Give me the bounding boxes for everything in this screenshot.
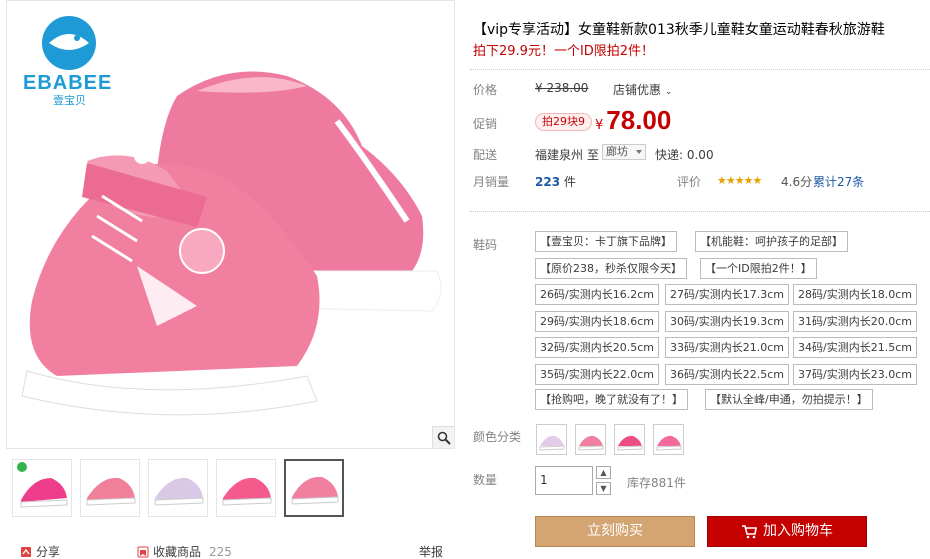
shop-promo-dropdown[interactable]: 店铺优惠 ⌄ <box>613 81 672 98</box>
shoe-thumb-icon <box>86 477 136 506</box>
zoom-button[interactable] <box>432 426 454 448</box>
sku-note-option[interactable]: 【机能鞋：呵护孩子的足部】 <box>695 231 848 252</box>
shipping-label: 配送 <box>473 148 498 162</box>
shoe-thumb-icon <box>154 477 204 506</box>
product-subtitle: 拍下29.9元！一个ID限拍2件！ <box>473 44 655 59</box>
price-label: 价格 <box>473 83 498 97</box>
chevron-up-icon: ▲ <box>600 468 607 477</box>
product-gallery: EBABEE 壹宝贝 分享 收藏商品 225 举报 <box>6 0 455 559</box>
buy-now-button[interactable]: 立刻购买 <box>535 516 695 547</box>
quantity-increase-button[interactable]: ▲ <box>596 466 611 479</box>
share-label: 分享 <box>36 545 61 559</box>
monthly-sales: 223 件 <box>535 173 576 190</box>
rating-stars-icon: ★★★★★ <box>717 174 762 187</box>
thumbnail-1[interactable] <box>12 459 72 517</box>
promo-tag: 拍29块9 <box>535 113 592 131</box>
color-swatch-1[interactable] <box>536 424 567 455</box>
price-panel: 价格 ¥ 238.00 店铺优惠 ⌄ 促销 拍29块9 ¥ 78.00 配送 福… <box>470 69 930 196</box>
add-to-cart-button[interactable]: 加入购物车 <box>707 516 867 547</box>
favorite-icon <box>137 546 149 557</box>
cart-icon <box>742 524 757 538</box>
svg-text:EBABEE: EBABEE <box>23 72 112 94</box>
shoe-swatch-icon <box>656 435 682 451</box>
quantity-decrease-button[interactable]: ▼ <box>596 482 611 495</box>
size-option[interactable]: 34码/实测内长21.5cm <box>793 337 917 358</box>
share-icon <box>21 546 31 557</box>
shoe-thumb-icon <box>222 477 272 506</box>
ship-to-value: 廊坊 <box>606 145 628 158</box>
color-swatch-4[interactable] <box>653 424 684 455</box>
reviews-link[interactable]: 累计27条 <box>813 173 864 190</box>
favorite-count: 225 <box>209 544 232 559</box>
size-label: 鞋码 <box>473 238 498 252</box>
sku-note-option[interactable]: 【一个ID限拍2件！】 <box>700 258 817 279</box>
size-option[interactable]: 31码/实测内长20.0cm <box>793 311 917 332</box>
size-option[interactable]: 26码/实测内长16.2cm <box>535 284 659 305</box>
currency-symbol: ¥ <box>595 118 604 133</box>
size-option[interactable]: 33码/实测内长21.0cm <box>665 337 789 358</box>
chevron-down-icon: ▼ <box>600 484 607 493</box>
brand-logo: EBABEE 壹宝贝 <box>23 16 112 107</box>
ship-from: 福建泉州 <box>535 148 584 162</box>
favorite-link[interactable]: 收藏商品 225 <box>137 543 232 559</box>
gallery-footer: 分享 收藏商品 225 举报 <box>6 540 455 559</box>
chevron-down-icon: ⌄ <box>664 87 673 97</box>
report-link[interactable]: 举报 <box>419 543 443 559</box>
original-price: ¥ 238.00 <box>535 81 589 95</box>
color-swatch-2[interactable] <box>575 424 606 455</box>
color-swatch-3[interactable] <box>614 424 645 455</box>
size-option[interactable]: 30码/实测内长19.3cm <box>665 311 789 332</box>
thumbnail-5-active[interactable] <box>284 459 344 517</box>
magnifier-icon <box>437 431 451 445</box>
thumbnail-3[interactable] <box>148 459 208 517</box>
sku-note-option[interactable]: 【默认全峰/申通，勿拍提示！】 <box>705 389 873 410</box>
monthly-sales-label: 月销量 <box>473 175 510 189</box>
rating-label: 评价 <box>677 175 702 189</box>
product-title: 【vip专享活动】女童鞋新款013秋季儿童鞋女童运动鞋春秋旅游鞋 <box>473 22 885 38</box>
stock-count: 库存881件 <box>627 476 686 490</box>
thumbnail-4[interactable] <box>216 459 276 517</box>
shoe-thumb-icon <box>291 476 339 505</box>
main-product-image[interactable]: EBABEE 壹宝贝 <box>6 0 455 449</box>
promo-label: 促销 <box>473 117 498 131</box>
thumb-logo-icon <box>17 462 27 472</box>
shoe-swatch-icon <box>578 435 604 451</box>
shoe-swatch-icon <box>539 435 565 451</box>
thumbnail-strip <box>6 455 455 521</box>
share-link[interactable]: 分享 <box>20 543 60 559</box>
monthly-sales-value: 223 <box>535 175 561 189</box>
ship-to-word: 至 <box>587 148 600 162</box>
shoe-swatch-icon <box>617 435 643 451</box>
sku-note-option[interactable]: 【壹宝贝：卡丁旗下品牌】 <box>535 231 677 252</box>
size-option[interactable]: 35码/实测内长22.0cm <box>535 364 659 385</box>
ship-to-select[interactable]: 廊坊 <box>602 144 646 160</box>
rating-score: 4.6分 <box>781 175 813 189</box>
dropdown-arrow-icon <box>636 150 642 154</box>
express-fee: 快递: 0.00 <box>655 148 714 162</box>
sku-note-option[interactable]: 【原价238，秒杀仅限今天】 <box>535 258 687 279</box>
quantity-label: 数量 <box>473 473 498 487</box>
svg-text:壹宝贝: 壹宝贝 <box>53 93 86 107</box>
thumbnail-2[interactable] <box>80 459 140 517</box>
monthly-sales-unit: 件 <box>563 175 576 189</box>
size-option[interactable]: 37码/实测内长23.0cm <box>793 364 917 385</box>
color-label: 颜色分类 <box>473 430 522 444</box>
size-option[interactable]: 29码/实测内长18.6cm <box>535 311 659 332</box>
shoe-illustration: EBABEE 壹宝贝 <box>21 16 442 416</box>
divider <box>470 211 930 212</box>
favorite-label: 收藏商品 <box>153 545 202 559</box>
price-value: 78.00 <box>606 105 672 135</box>
sku-note-option[interactable]: 【抢购吧，晚了就没有了！】 <box>535 389 688 410</box>
size-option[interactable]: 32码/实测内长20.5cm <box>535 337 659 358</box>
shop-promo-label: 店铺优惠 <box>613 83 662 97</box>
size-option[interactable]: 28码/实测内长18.0cm <box>793 284 917 305</box>
product-info: 【vip专享活动】女童鞋新款013秋季儿童鞋女童运动鞋春秋旅游鞋 拍下29.9元… <box>470 0 930 559</box>
current-price: ¥ 78.00 <box>595 105 671 136</box>
size-option[interactable]: 36码/实测内长22.5cm <box>665 364 789 385</box>
quantity-input[interactable]: 1 <box>535 466 593 495</box>
size-option[interactable]: 27码/实测内长17.3cm <box>665 284 789 305</box>
add-to-cart-label: 加入购物车 <box>763 523 833 539</box>
